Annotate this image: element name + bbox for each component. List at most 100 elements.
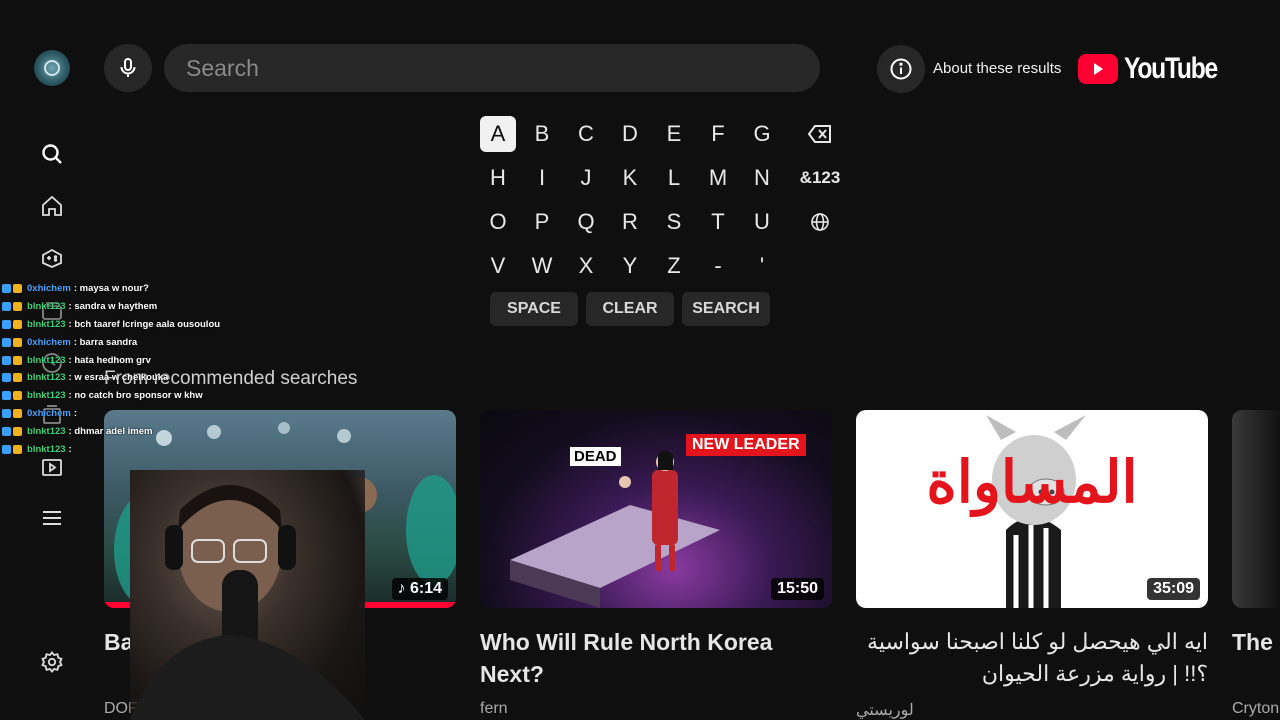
key-j[interactable]: J: [568, 160, 604, 196]
chat-username: blnkt123: [27, 318, 66, 330]
key-q[interactable]: Q: [568, 204, 604, 240]
home-icon: [42, 195, 62, 216]
backspace-key[interactable]: [802, 116, 838, 152]
chat-username: 0xhichem: [27, 283, 71, 295]
key-f[interactable]: F: [700, 116, 736, 152]
key-apostrophe[interactable]: ': [744, 248, 780, 284]
youtube-wordmark: YouTube: [1124, 52, 1218, 85]
chat-message: 0xhichem : barra sandra: [2, 333, 242, 351]
key-w[interactable]: W: [524, 248, 560, 284]
search-input[interactable]: Search: [164, 44, 820, 92]
webcam-overlay: [130, 470, 365, 720]
sidebar-item-menu[interactable]: [38, 504, 66, 532]
key-t[interactable]: T: [700, 204, 736, 240]
badge-icon: [2, 302, 11, 312]
video-thumbnail[interactable]: DEAD NEW LEADER 15:50: [480, 410, 832, 608]
video-card[interactable]: المساواة 35:09 ايه الي هيحصل لو كلنا اصب…: [856, 410, 1208, 720]
key-n[interactable]: N: [744, 160, 780, 196]
key-c[interactable]: C: [568, 116, 604, 152]
badge-icon: [2, 444, 11, 454]
key-h[interactable]: H: [480, 160, 516, 196]
video-card[interactable]: DEAD NEW LEADER 15:50 Who Will Rule Nort…: [480, 410, 832, 718]
badge-icon: [2, 391, 11, 401]
chat-text: :: [68, 443, 72, 455]
chat-username: 0xhichem: [27, 336, 71, 348]
key-hyphen[interactable]: -: [700, 248, 736, 284]
key-l[interactable]: L: [656, 160, 692, 196]
badge-icon: [2, 284, 11, 294]
search-placeholder: Search: [186, 54, 259, 81]
video-thumbnail[interactable]: [1232, 410, 1280, 608]
thumbnail-tag-leader: NEW LEADER: [686, 434, 806, 456]
streamer-silhouette: [130, 485, 365, 720]
chat-username: blnkt123: [27, 372, 66, 384]
badge-icon: [13, 319, 22, 329]
symbols-key[interactable]: &123: [792, 160, 848, 196]
video-icon: [42, 459, 62, 476]
badge-icon: [2, 373, 11, 383]
clear-button[interactable]: CLEAR: [586, 292, 674, 326]
key-s[interactable]: S: [656, 204, 692, 240]
key-u[interactable]: U: [744, 204, 780, 240]
chat-text: : w esraa w cheikouka: [68, 372, 169, 384]
video-duration: ♪ 6:14: [391, 578, 448, 600]
sidebar-item-home[interactable]: [38, 192, 66, 220]
key-a[interactable]: A: [480, 116, 516, 152]
sidebar-item-search[interactable]: [38, 140, 66, 168]
chat-username: 0xhichem: [27, 407, 71, 419]
youtube-logo: YouTube: [1078, 52, 1237, 86]
key-v[interactable]: V: [480, 248, 516, 284]
badge-icon: [13, 284, 22, 294]
key-m[interactable]: M: [700, 160, 736, 196]
chat-text: : no catch bro sponsor w khw: [68, 390, 203, 402]
badge-icon: [13, 355, 22, 365]
key-z[interactable]: Z: [656, 248, 692, 284]
key-g[interactable]: G: [744, 116, 780, 152]
key-y[interactable]: Y: [612, 248, 648, 284]
video-title: ايه الي هيحصل لو كلنا اصبحنا سواسية ؟!! …: [867, 629, 1208, 686]
key-r[interactable]: R: [612, 204, 648, 240]
badge-icon: [2, 319, 11, 329]
microphone-icon: [120, 58, 136, 77]
youtube-play-icon: [1078, 54, 1118, 84]
key-i[interactable]: I: [524, 160, 560, 196]
video-title: The Most: [1232, 629, 1280, 655]
sidebar-item-settings[interactable]: [38, 648, 66, 676]
search-button[interactable]: SEARCH: [682, 292, 770, 326]
chat-text: : barra sandra: [73, 336, 138, 348]
key-e[interactable]: E: [656, 116, 692, 152]
key-k[interactable]: K: [612, 160, 648, 196]
chat-message: blnkt123 : bch taaref lcringe aala ousou…: [2, 316, 242, 334]
voice-search-button[interactable]: [104, 44, 152, 92]
language-key[interactable]: [802, 204, 838, 240]
key-x[interactable]: X: [568, 248, 604, 284]
chat-username: blnkt123: [27, 301, 66, 313]
avatar-icon: [44, 60, 60, 76]
channel-name: لوريستي: [856, 702, 914, 719]
avatar[interactable]: [34, 50, 70, 86]
sidebar-item-gaming[interactable]: [38, 244, 66, 272]
key-b[interactable]: B: [524, 116, 560, 152]
chat-username: blnkt123: [27, 443, 66, 455]
badge-icon: [13, 337, 22, 347]
badge-icon: [13, 391, 22, 401]
info-button[interactable]: [877, 45, 925, 93]
chat-text: : bch taaref lcringe aala ousoulou: [68, 318, 221, 330]
chat-message: 0xhichem :: [2, 405, 242, 423]
chat-message: blnkt123 : sandra w haythem: [2, 298, 242, 316]
video-title: Who Will Rule North Korea Next?: [480, 629, 773, 687]
chat-text: : dhmar adel imem: [68, 425, 153, 437]
about-results-link[interactable]: About these results: [933, 60, 1061, 77]
space-button[interactable]: SPACE: [490, 292, 578, 326]
key-p[interactable]: P: [524, 204, 560, 240]
badge-icon: [13, 302, 22, 312]
key-o[interactable]: O: [480, 204, 516, 240]
music-note-icon: ♪: [397, 580, 410, 597]
key-d[interactable]: D: [612, 116, 648, 152]
video-card[interactable]: The Most Cryton: [1232, 410, 1280, 718]
badge-icon: [13, 444, 22, 454]
chat-message: blnkt123 : hata hedhom grv: [2, 351, 242, 369]
badge-icon: [2, 337, 11, 347]
video-thumbnail[interactable]: المساواة 35:09: [856, 410, 1208, 608]
thumbnail-text: المساواة: [926, 450, 1138, 515]
